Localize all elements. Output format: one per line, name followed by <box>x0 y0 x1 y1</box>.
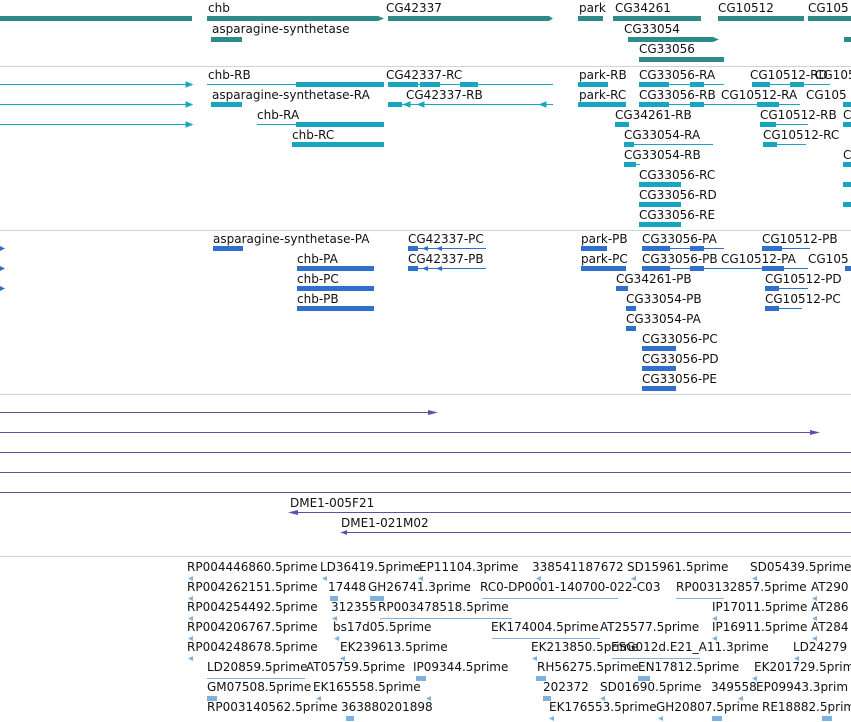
est-label: IP17011.5prime <box>712 600 808 614</box>
est-label: SD05439.5prime <box>750 560 851 574</box>
est-label: AT05759.5prime <box>306 660 406 674</box>
est-label: GM07508.5prime <box>207 680 312 694</box>
est-label: RP004254492.5prime <box>187 600 318 614</box>
est-label: 349558 <box>711 680 757 694</box>
est-label: EP09943.3prim <box>756 680 849 694</box>
est-label: RE18882.5prim <box>762 700 851 714</box>
est-label: 312355 <box>331 600 377 614</box>
est-label: EP11104.3prime <box>419 560 519 574</box>
est-label: 338541187672 <box>532 560 624 574</box>
est-label: RP004262151.5prime <box>187 580 318 594</box>
est-label: AT286 <box>811 600 849 614</box>
est-label: LD24279 <box>793 640 848 654</box>
est-label: EK174004.5prime <box>491 620 599 634</box>
est-label: 202372 <box>543 680 589 694</box>
est-label: EK201729.5prim <box>754 660 851 674</box>
est-label: LD36419.5prime <box>320 560 421 574</box>
est-label: EK239613.5prime <box>340 640 448 654</box>
est-label: GH20807.5prime <box>656 700 759 714</box>
est-label: RP003132857.5prime <box>676 580 807 594</box>
est-label: EK165558.5prime <box>313 680 421 694</box>
est-label: EN17812.5prime <box>638 660 740 674</box>
est-label: 17448 <box>328 580 367 594</box>
est-label: SD15961.5prime <box>627 560 729 574</box>
est-label: RH56275.5prime <box>537 660 639 674</box>
est-label: RP003140562.5prime <box>207 700 338 714</box>
est-label: IP16911.5prime <box>712 620 808 634</box>
est-label: RP004446860.5prime <box>187 560 318 574</box>
est-label: AT284 <box>811 620 849 634</box>
est-label: AT290 <box>811 580 849 594</box>
est-label: ESG012d.E21_A11.3prime <box>611 640 769 654</box>
est-label: 363880201898 <box>341 700 433 714</box>
est-label: IP09344.5prime <box>413 660 509 674</box>
est-label: AT25577.5prime <box>600 620 700 634</box>
est-label: RP004206767.5prime <box>187 620 318 634</box>
est-label: LD20859.5prime <box>207 660 308 674</box>
est-label: RC0-DP0001-140700-022-C03 <box>480 580 661 594</box>
est-label: EK176553.5prime <box>549 700 657 714</box>
est-label: RP004248678.5prime <box>187 640 318 654</box>
est-label: bs17d05.5prime <box>333 620 432 634</box>
est-label: RP003478518.5prime <box>378 600 509 614</box>
est-label: GH26741.3prime <box>368 580 471 594</box>
est-label: SD01690.5prime <box>600 680 702 694</box>
